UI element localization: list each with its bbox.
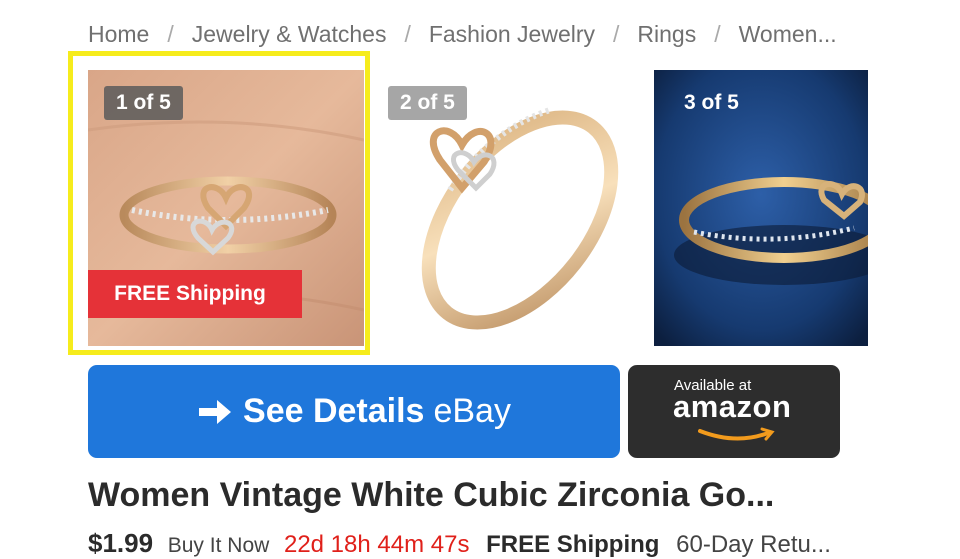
breadcrumb-separator: / [167,20,174,47]
free-shipping-label: FREE Shipping [486,531,660,558]
breadcrumb-rings[interactable]: Rings [637,21,696,48]
image-counter-badge: 2 of 5 [388,86,467,120]
buy-it-now-label: Buy It Now [167,534,270,557]
image-counter-badge: 3 of 5 [684,91,739,114]
breadcrumb-separator: / [404,20,411,47]
product-image-3[interactable]: 3 of 5 [654,70,868,346]
price: $1.99 [88,528,154,558]
see-details-ebay-button[interactable]: See Details eBay [88,365,620,458]
amazon-smile-icon [698,427,775,441]
ebay-label: eBay [433,392,511,430]
free-shipping-banner: FREE Shipping [88,270,302,318]
image-gallery: 1 of 5 FREE Shipping 2 of 5 3 of 5 [0,51,960,355]
breadcrumb-women[interactable]: Women... [739,21,837,48]
breadcrumb-separator: / [714,20,721,47]
product-title[interactable]: Women Vintage White Cubic Zirconia Go... [88,476,888,515]
amazon-logo: amazon [673,389,792,424]
see-details-label: See Details [243,392,425,430]
product-image-2[interactable]: 2 of 5 [380,70,635,346]
image-counter-badge: 1 of 5 [104,86,183,120]
product-image-1[interactable]: 1 of 5 FREE Shipping [88,70,364,346]
breadcrumb-separator: / [613,20,620,47]
breadcrumb-home[interactable]: Home [88,21,149,48]
breadcrumb: Home / Jewelry & Watches / Fashion Jewel… [88,18,837,50]
countdown-timer: 22d 18h 44m 47s [283,531,470,558]
breadcrumb-fashion-jewelry[interactable]: Fashion Jewelry [429,21,595,48]
amazon-button[interactable]: Available at amazon [628,365,840,458]
breadcrumb-jewelry-watches[interactable]: Jewelry & Watches [192,21,387,48]
returns-label: 60-Day Retu... [676,531,831,558]
arrow-right-icon [199,399,232,424]
product-info-line: $1.99 Buy It Now 22d 18h 44m 47s FREE Sh… [88,528,831,559]
